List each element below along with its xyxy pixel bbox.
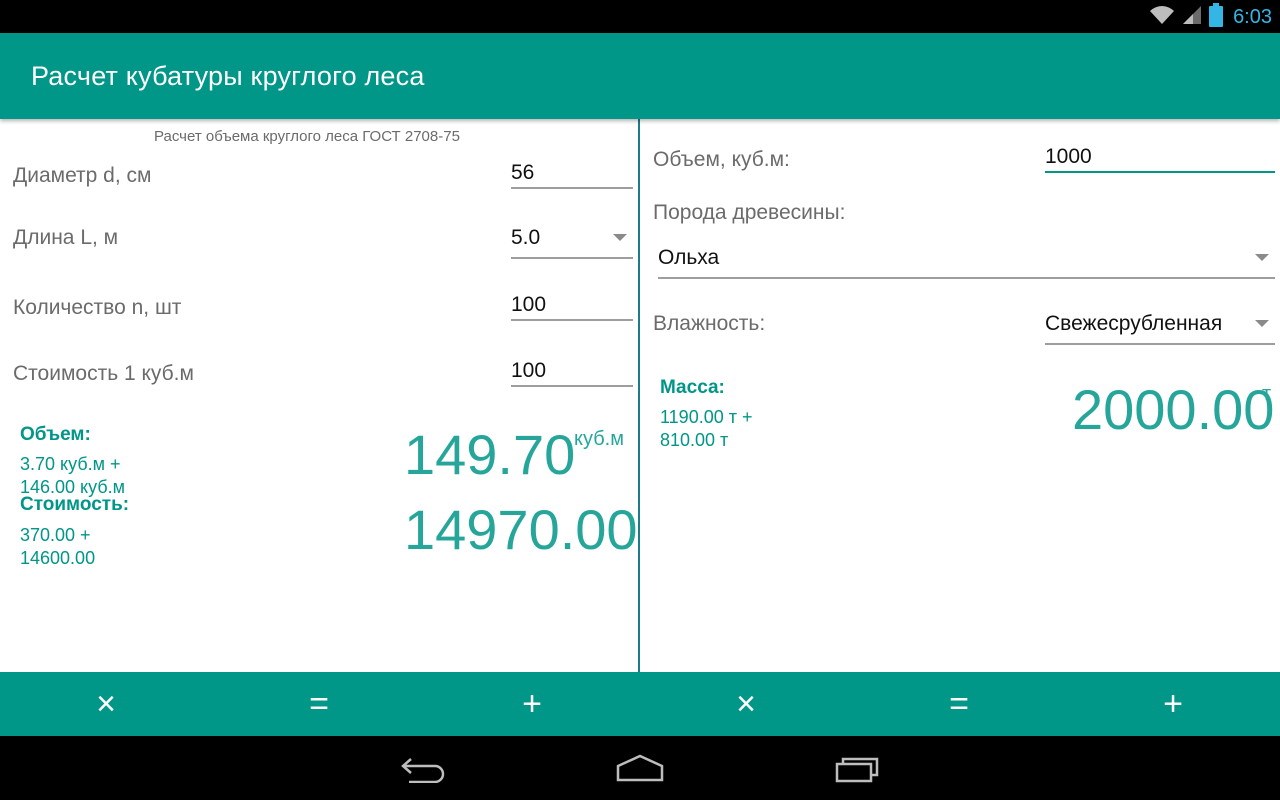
mass-total: 2000.00 bbox=[1072, 378, 1275, 441]
home-icon[interactable] bbox=[610, 750, 670, 786]
status-icons: 6:03 bbox=[1149, 2, 1272, 32]
left-subtitle: Расчет объема круглого леса ГОСТ 2708-75 bbox=[154, 128, 460, 145]
left-plus-button[interactable]: + bbox=[472, 672, 592, 736]
humidity-underline bbox=[1045, 343, 1275, 345]
chevron-down-icon bbox=[1255, 320, 1269, 327]
cost-part2: 14600.00 bbox=[20, 548, 96, 568]
mass-part1: 1190.00 т + bbox=[660, 407, 753, 427]
species-underline bbox=[658, 277, 1275, 279]
mass-unit: т bbox=[1262, 383, 1272, 405]
left-multiply-button[interactable]: × bbox=[46, 672, 166, 736]
back-icon[interactable] bbox=[393, 750, 453, 786]
chevron-down-icon bbox=[1255, 254, 1269, 261]
cost-label: Стоимость 1 куб.м bbox=[13, 362, 194, 385]
volume-unit: куб.м bbox=[574, 428, 624, 450]
diameter-underline bbox=[511, 187, 633, 189]
chevron-down-icon bbox=[613, 234, 627, 241]
species-dropdown[interactable]: Ольха bbox=[658, 246, 719, 270]
battery-icon bbox=[1209, 2, 1224, 32]
mass-volume-underline bbox=[1045, 171, 1275, 173]
left-equals-button[interactable]: = bbox=[259, 672, 379, 736]
cost-underline bbox=[511, 385, 633, 387]
count-input[interactable]: 100 bbox=[511, 293, 546, 317]
volume-part1: 3.70 куб.м + bbox=[20, 454, 121, 474]
cost-part1: 370.00 + bbox=[20, 525, 91, 545]
cost-input[interactable]: 100 bbox=[511, 359, 546, 383]
length-underline bbox=[511, 257, 633, 259]
signal-icon bbox=[1181, 4, 1203, 31]
humidity-label: Влажность: bbox=[653, 312, 766, 335]
count-underline bbox=[511, 319, 633, 321]
status-time: 6:03 bbox=[1233, 5, 1272, 28]
recent-apps-icon[interactable] bbox=[828, 750, 888, 786]
volume-total: 149.70 bbox=[404, 423, 576, 486]
main-content: Расчет объема круглого леса ГОСТ 2708-75… bbox=[0, 119, 1280, 672]
humidity-dropdown[interactable]: Свежесрубленная bbox=[1045, 312, 1222, 336]
navigation-bar bbox=[0, 736, 1280, 800]
wifi-icon bbox=[1149, 4, 1175, 31]
count-label: Количество n, шт bbox=[13, 296, 182, 319]
diameter-label: Диаметр d, см bbox=[13, 164, 152, 187]
volume-title: Объем: bbox=[20, 424, 91, 445]
mass-volume-label: Объем, куб.м: bbox=[653, 148, 790, 171]
right-equals-button[interactable]: = bbox=[899, 672, 1019, 736]
app-bar: Расчет кубатуры круглого леса bbox=[0, 33, 1280, 119]
diameter-input[interactable]: 56 bbox=[511, 161, 534, 185]
mass-part2: 810.00 т bbox=[660, 430, 729, 450]
length-dropdown[interactable]: 5.0 bbox=[511, 226, 540, 250]
mass-volume-input[interactable]: 1000 bbox=[1045, 145, 1092, 169]
panel-divider bbox=[638, 119, 640, 672]
species-label: Порода древесины: bbox=[653, 201, 846, 224]
cost-title: Стоимость: bbox=[20, 494, 130, 515]
operator-bar: × = + × = + bbox=[0, 672, 1280, 736]
cost-total: 14970.00 bbox=[404, 498, 638, 561]
mass-title: Масса: bbox=[660, 377, 725, 398]
right-plus-button[interactable]: + bbox=[1113, 672, 1233, 736]
app-title: Расчет кубатуры круглого леса bbox=[31, 61, 425, 91]
right-multiply-button[interactable]: × bbox=[686, 672, 806, 736]
length-label: Длина L, м bbox=[13, 226, 119, 249]
status-bar: 6:03 bbox=[0, 0, 1280, 33]
